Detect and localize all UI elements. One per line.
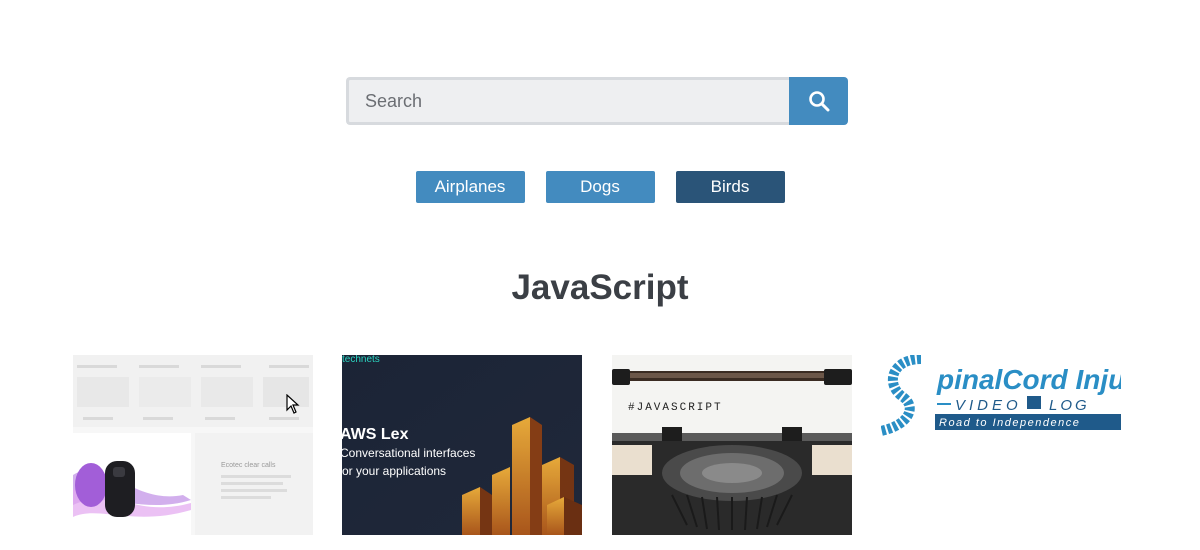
earbuds-caption: Ecotec clear calls [221, 462, 276, 469]
dogs-button[interactable]: Dogs [545, 171, 655, 203]
spinal-logo-video: VIDEO [955, 397, 1022, 414]
aws-line1-text: Conversational interfaces [342, 446, 475, 460]
aws-title-text: AWS Lex [342, 426, 409, 443]
spinal-logo-blog: LOG [1049, 397, 1090, 414]
aws-line2-text: or your applications [342, 464, 446, 478]
aws-brand-text: technets [342, 355, 380, 365]
birds-button[interactable]: Birds [675, 171, 785, 203]
spinal-cord-logo-thumbnail: pinalCord Injur VIDEO LOG Road to Indepe… [881, 355, 1121, 443]
search-button[interactable] [789, 77, 848, 125]
gallery-image-spinal-cord-logo[interactable]: pinalCord Injur VIDEO LOG Road to Indepe… [881, 355, 1121, 443]
aws-lex-thumbnail: technets AWS Lex Conversational interfac… [342, 355, 582, 535]
gallery-image-earbuds[interactable]: Ecotec clear calls [73, 355, 313, 535]
category-buttons: Airplanes Dogs Birds [0, 171, 1200, 203]
search-form [346, 77, 848, 125]
section-title: JavaScript [511, 268, 689, 307]
spinal-logo-title: pinalCord Injur [936, 364, 1121, 395]
mouse-cursor-icon [286, 394, 300, 414]
search-icon [808, 91, 829, 112]
typewriter-thumbnail: #JAVASCRIPT [612, 355, 852, 535]
search-input[interactable] [346, 77, 789, 125]
spinal-logo-tagline: Road to Independence [939, 417, 1080, 429]
gallery-image-aws-lex[interactable]: technets AWS Lex Conversational interfac… [342, 355, 582, 535]
earbuds-thumbnail: Ecotec clear calls [73, 355, 313, 535]
airplanes-button[interactable]: Airplanes [415, 171, 525, 203]
gallery-image-typewriter[interactable]: #JAVASCRIPT [612, 355, 852, 535]
typewriter-paper-text: #JAVASCRIPT [628, 402, 723, 414]
